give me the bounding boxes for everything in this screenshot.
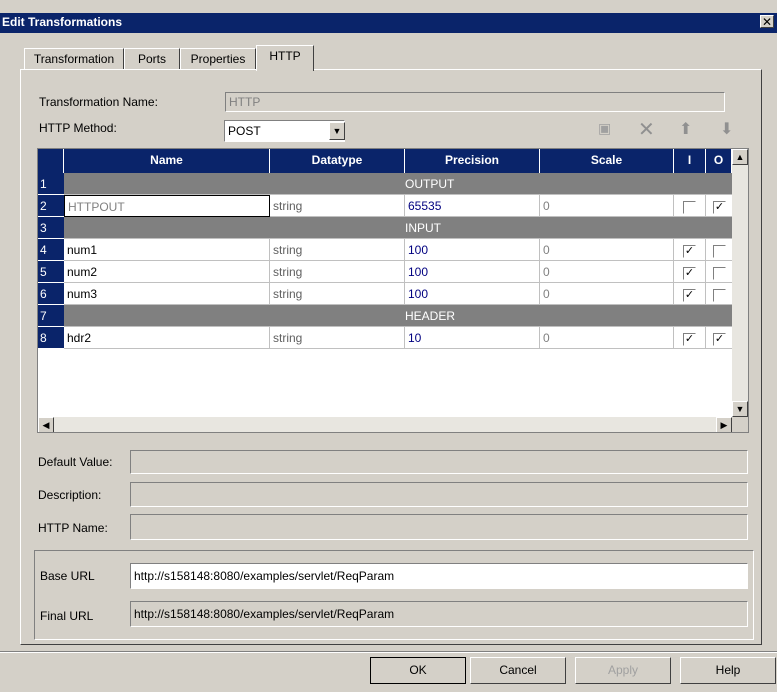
default-value-label: Default Value: [38, 455, 113, 469]
column-header-i[interactable]: I [674, 149, 706, 173]
group-row-header: HEADER [64, 305, 732, 327]
precision-cell[interactable]: 10 [405, 327, 540, 349]
tab-ports[interactable]: Ports [124, 48, 180, 69]
scroll-left-icon[interactable]: ◀ [38, 417, 54, 432]
close-button[interactable]: ✕ [760, 15, 774, 28]
datatype-cell[interactable]: string [270, 327, 405, 349]
input-checkbox[interactable]: ✓ [683, 333, 696, 346]
new-port-icon[interactable]: ▣ [598, 120, 616, 138]
datatype-cell[interactable]: string [270, 283, 405, 305]
transformation-name-field[interactable]: HTTP [225, 92, 725, 112]
scale-cell[interactable]: 0 [540, 239, 674, 261]
precision-cell[interactable]: 100 [405, 261, 540, 283]
http-method-value: POST [228, 124, 261, 138]
window-title: Edit Transformations [2, 15, 123, 29]
scale-cell[interactable]: 0 [540, 327, 674, 349]
final-url-field[interactable]: http://s158148:8080/examples/servlet/Req… [130, 601, 748, 627]
horizontal-scrollbar[interactable] [38, 417, 732, 432]
column-header-name[interactable]: Name [64, 149, 270, 173]
row-number[interactable]: 8 [38, 327, 64, 349]
output-checkbox[interactable] [713, 267, 726, 280]
ports-grid: Name Datatype Precision Scale I O 1 OUTP… [37, 148, 749, 433]
apply-button[interactable]: Apply [575, 657, 671, 684]
base-url-field[interactable]: http://s158148:8080/examples/servlet/Req… [130, 563, 748, 589]
default-value-field[interactable] [130, 450, 748, 474]
final-url-label: Final URL [40, 609, 94, 623]
row-number[interactable]: 5 [38, 261, 64, 283]
http-name-label: HTTP Name: [38, 521, 108, 535]
column-header-o[interactable]: O [706, 149, 732, 173]
scroll-up-icon[interactable]: ▲ [732, 149, 748, 165]
output-checkbox[interactable]: ✓ [713, 201, 726, 214]
scale-cell[interactable]: 0 [540, 261, 674, 283]
transformation-name-label: Transformation Name: [39, 95, 158, 109]
output-checkbox[interactable]: ✓ [713, 333, 726, 346]
http-method-label: HTTP Method: [39, 121, 117, 135]
output-checkbox[interactable] [713, 289, 726, 302]
row-number[interactable]: 1 [38, 173, 64, 195]
move-up-icon[interactable]: ⬆ [679, 119, 695, 138]
move-down-icon[interactable]: ⬇ [720, 119, 736, 138]
chevron-down-icon[interactable]: ▼ [329, 122, 345, 140]
precision-cell[interactable]: 65535 [405, 195, 540, 217]
tab-http[interactable]: HTTP [256, 45, 314, 71]
column-header-precision[interactable]: Precision [405, 149, 540, 173]
scroll-corner [732, 417, 748, 432]
datatype-cell[interactable]: string [270, 261, 405, 283]
row-number[interactable]: 3 [38, 217, 64, 239]
scroll-right-icon[interactable]: ▶ [716, 417, 732, 432]
row-number[interactable]: 7 [38, 305, 64, 327]
row-number[interactable]: 4 [38, 239, 64, 261]
port-name-cell[interactable]: HTTPOUT [64, 195, 270, 217]
precision-cell[interactable]: 100 [405, 283, 540, 305]
port-name-cell[interactable]: hdr2 [64, 327, 270, 349]
datatype-cell[interactable]: string [270, 239, 405, 261]
output-checkbox[interactable] [713, 245, 726, 258]
help-button[interactable]: Help [680, 657, 776, 684]
http-method-select[interactable]: POST ▼ [224, 120, 345, 142]
port-name-cell[interactable]: num1 [64, 239, 270, 261]
ok-button[interactable]: OK [370, 657, 466, 684]
scale-cell[interactable]: 0 [540, 195, 674, 217]
tab-transformation[interactable]: Transformation [24, 48, 124, 69]
separator [0, 651, 777, 653]
input-checkbox[interactable] [683, 201, 696, 214]
group-row-input: INPUT [64, 217, 732, 239]
cancel-button[interactable]: Cancel [470, 657, 566, 684]
port-name-cell[interactable]: num3 [64, 283, 270, 305]
input-checkbox[interactable]: ✓ [683, 289, 696, 302]
input-checkbox[interactable]: ✓ [683, 267, 696, 280]
column-header-scale[interactable]: Scale [540, 149, 674, 173]
http-name-field[interactable] [130, 514, 748, 540]
group-row-output: OUTPUT [64, 173, 732, 195]
row-number[interactable]: 2 [38, 195, 64, 217]
base-url-label: Base URL [40, 569, 95, 583]
scale-cell[interactable]: 0 [540, 283, 674, 305]
input-checkbox[interactable]: ✓ [683, 245, 696, 258]
tab-properties[interactable]: Properties [180, 48, 256, 69]
grid-corner [38, 149, 64, 173]
precision-cell[interactable]: 100 [405, 239, 540, 261]
port-name-cell[interactable]: num2 [64, 261, 270, 283]
vertical-scrollbar[interactable] [732, 149, 748, 417]
delete-icon[interactable]: ✕ [638, 117, 656, 141]
description-label: Description: [38, 488, 102, 502]
column-header-datatype[interactable]: Datatype [270, 149, 405, 173]
datatype-cell[interactable]: string [270, 195, 405, 217]
scroll-down-icon[interactable]: ▼ [732, 401, 748, 417]
row-number[interactable]: 6 [38, 283, 64, 305]
description-field[interactable] [130, 482, 748, 507]
